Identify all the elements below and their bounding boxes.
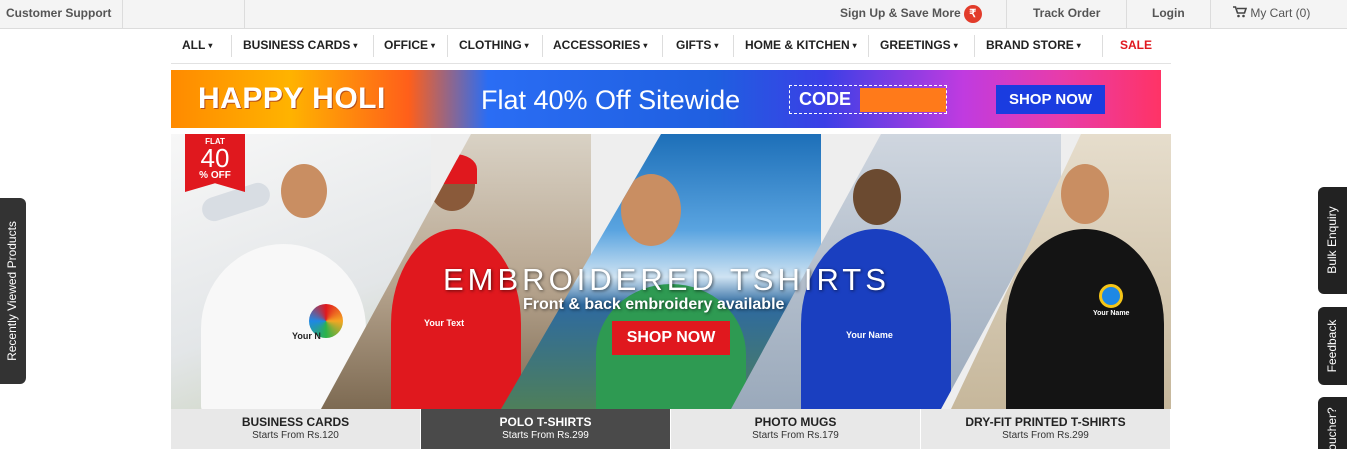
customer-support-link[interactable]: Customer Support <box>6 0 111 28</box>
chevron-down-icon: ▾ <box>524 41 529 50</box>
badge-value: 40 <box>200 143 230 173</box>
red-cap <box>431 154 477 184</box>
signup-link[interactable]: Sign Up & Save More ₹ <box>840 0 982 28</box>
bulk-enquiry-tab[interactable]: Bulk Enquiry <box>1318 187 1347 294</box>
nav-label: BUSINESS CARDS <box>243 38 351 52</box>
signup-label: Sign Up & Save More <box>840 6 961 20</box>
topbar-divider <box>1210 0 1211 28</box>
print-label: Your N <box>292 331 321 341</box>
hero-banner[interactable]: Your N Your Text Your Name Your Name FLA… <box>171 134 1171 409</box>
tab-photo-mugs[interactable]: PHOTO MUGS Starts From Rs.179 <box>671 409 921 449</box>
tab-price: Starts From Rs.120 <box>252 430 339 441</box>
promo-code-label: CODE <box>799 89 852 109</box>
chevron-down-icon: ▾ <box>643 41 648 50</box>
nav-item-clothing[interactable]: CLOTHING ▾ <box>459 29 529 63</box>
nav-item-business-cards[interactable]: BUSINESS CARDS ▾ <box>243 29 357 63</box>
nav-divider <box>373 35 374 57</box>
nav-divider <box>662 35 663 57</box>
tab-title: BUSINESS CARDS <box>241 415 350 429</box>
model-head <box>281 164 327 218</box>
promo-code-box: CODE <box>789 85 947 114</box>
tab-title: POLO T-SHIRTS <box>499 415 592 429</box>
voucher-label: oucher? <box>1325 407 1339 449</box>
nav-divider <box>868 35 869 57</box>
tab-title: DRY-FIT PRINTED T-SHIRTS <box>965 415 1126 429</box>
topbar-divider <box>1006 0 1007 28</box>
rupee-icon: ₹ <box>963 4 982 23</box>
badge-bottom: % OFF <box>199 170 231 181</box>
tab-price: Starts From Rs.299 <box>502 430 589 441</box>
hero-shop-now-button[interactable]: SHOP NOW <box>612 321 730 355</box>
tab-price: Starts From Rs.299 <box>1002 430 1089 441</box>
feedback-tab[interactable]: Feedback <box>1318 307 1347 385</box>
nav-item-office[interactable]: OFFICE ▾ <box>384 29 435 63</box>
nav-divider <box>974 35 975 57</box>
print-label: Your Name <box>1093 310 1130 317</box>
tab-price: Starts From Rs.179 <box>752 430 839 441</box>
print-label: Your Text <box>424 318 465 328</box>
nav-divider <box>231 35 232 57</box>
category-tabs: BUSINESS CARDS Starts From Rs.120 POLO T… <box>171 409 1171 449</box>
holi-promo-banner[interactable]: HAPPY HOLI Flat 40% Off Sitewide CODE SH… <box>171 70 1161 128</box>
nav-item-gifts[interactable]: GIFTS ▾ <box>676 29 718 63</box>
topbar-divider <box>1126 0 1127 28</box>
chevron-down-icon: ▾ <box>431 41 436 50</box>
cart-link[interactable]: My Cart (0) <box>1233 0 1310 28</box>
recently-viewed-products-tab[interactable]: Recently Viewed Products <box>0 198 26 384</box>
chevron-down-icon: ▾ <box>1076 41 1081 50</box>
nav-label: ALL <box>182 38 206 52</box>
main-nav: ALL ▾ BUSINESS CARDS ▾ OFFICE ▾ CLOTHING ▾ A… <box>171 29 1171 64</box>
tab-dry-fit-printed-t-shirts[interactable]: DRY-FIT PRINTED T-SHIRTS Starts From Rs.… <box>921 409 1171 449</box>
tab-business-cards[interactable]: BUSINESS CARDS Starts From Rs.120 <box>171 409 421 449</box>
voucher-tab[interactable]: oucher? <box>1318 397 1347 449</box>
nav-label: CLOTHING <box>459 38 522 52</box>
chevron-down-icon: ▾ <box>714 41 719 50</box>
topbar-divider <box>122 0 123 28</box>
nav-label: GREETINGS <box>880 38 951 52</box>
tab-polo-t-shirts[interactable]: POLO T-SHIRTS Starts From Rs.299 <box>421 409 671 449</box>
nav-divider <box>733 35 734 57</box>
hero-title: EMBROIDERED TSHIRTS <box>443 262 890 297</box>
chevron-down-icon: ▾ <box>208 41 213 50</box>
chevron-down-icon: ▾ <box>953 41 958 50</box>
nav-label: OFFICE <box>384 38 428 52</box>
nav-divider <box>447 35 448 57</box>
cart-icon <box>1233 6 1248 18</box>
promo-shop-now-button[interactable]: SHOP NOW <box>996 85 1105 114</box>
topbar-divider <box>244 0 245 28</box>
model-head <box>621 174 681 246</box>
model-head <box>1061 164 1109 224</box>
promo-headline: HAPPY HOLI <box>198 82 386 115</box>
chevron-down-icon: ▾ <box>852 41 857 50</box>
recently-viewed-label: Recently Viewed Products <box>5 221 19 361</box>
black-shirt <box>1006 229 1164 409</box>
model-head <box>853 169 901 225</box>
nav-item-home-kitchen[interactable]: HOME & KITCHEN ▾ <box>745 29 857 63</box>
cart-label: My Cart (0) <box>1250 6 1311 20</box>
nav-label: HOME & KITCHEN <box>745 38 850 52</box>
nav-item-brand-store[interactable]: BRAND STORE ▾ <box>986 29 1081 63</box>
promo-offer: Flat 40% Off Sitewide <box>481 85 741 115</box>
nav-item-greetings[interactable]: GREETINGS ▾ <box>880 29 958 63</box>
nav-label: ACCESSORIES <box>553 38 641 52</box>
blue-polo <box>801 229 951 409</box>
nav-label: BRAND STORE <box>986 38 1074 52</box>
nav-divider <box>542 35 543 57</box>
nav-item-all[interactable]: ALL ▾ <box>182 29 212 63</box>
nav-item-accessories[interactable]: ACCESSORIES ▾ <box>553 29 647 63</box>
tab-title: PHOTO MUGS <box>754 415 837 429</box>
nav-divider <box>1102 35 1103 57</box>
promo-code-mask <box>860 88 946 112</box>
track-order-link[interactable]: Track Order <box>1033 0 1100 28</box>
logo-print <box>1099 284 1123 308</box>
login-link[interactable]: Login <box>1152 0 1185 28</box>
nav-label: GIFTS <box>676 38 712 52</box>
print-label: Your Name <box>846 330 893 340</box>
hero-subtitle: Front & back embroidery available <box>523 296 785 313</box>
chevron-down-icon: ▾ <box>353 41 358 50</box>
feedback-label: Feedback <box>1325 319 1339 373</box>
nav-item-sale[interactable]: SALE <box>1120 29 1152 63</box>
bulk-enquiry-label: Bulk Enquiry <box>1325 206 1339 274</box>
top-utility-bar: Customer Support Sign Up & Save More ₹ Tr… <box>0 0 1347 29</box>
